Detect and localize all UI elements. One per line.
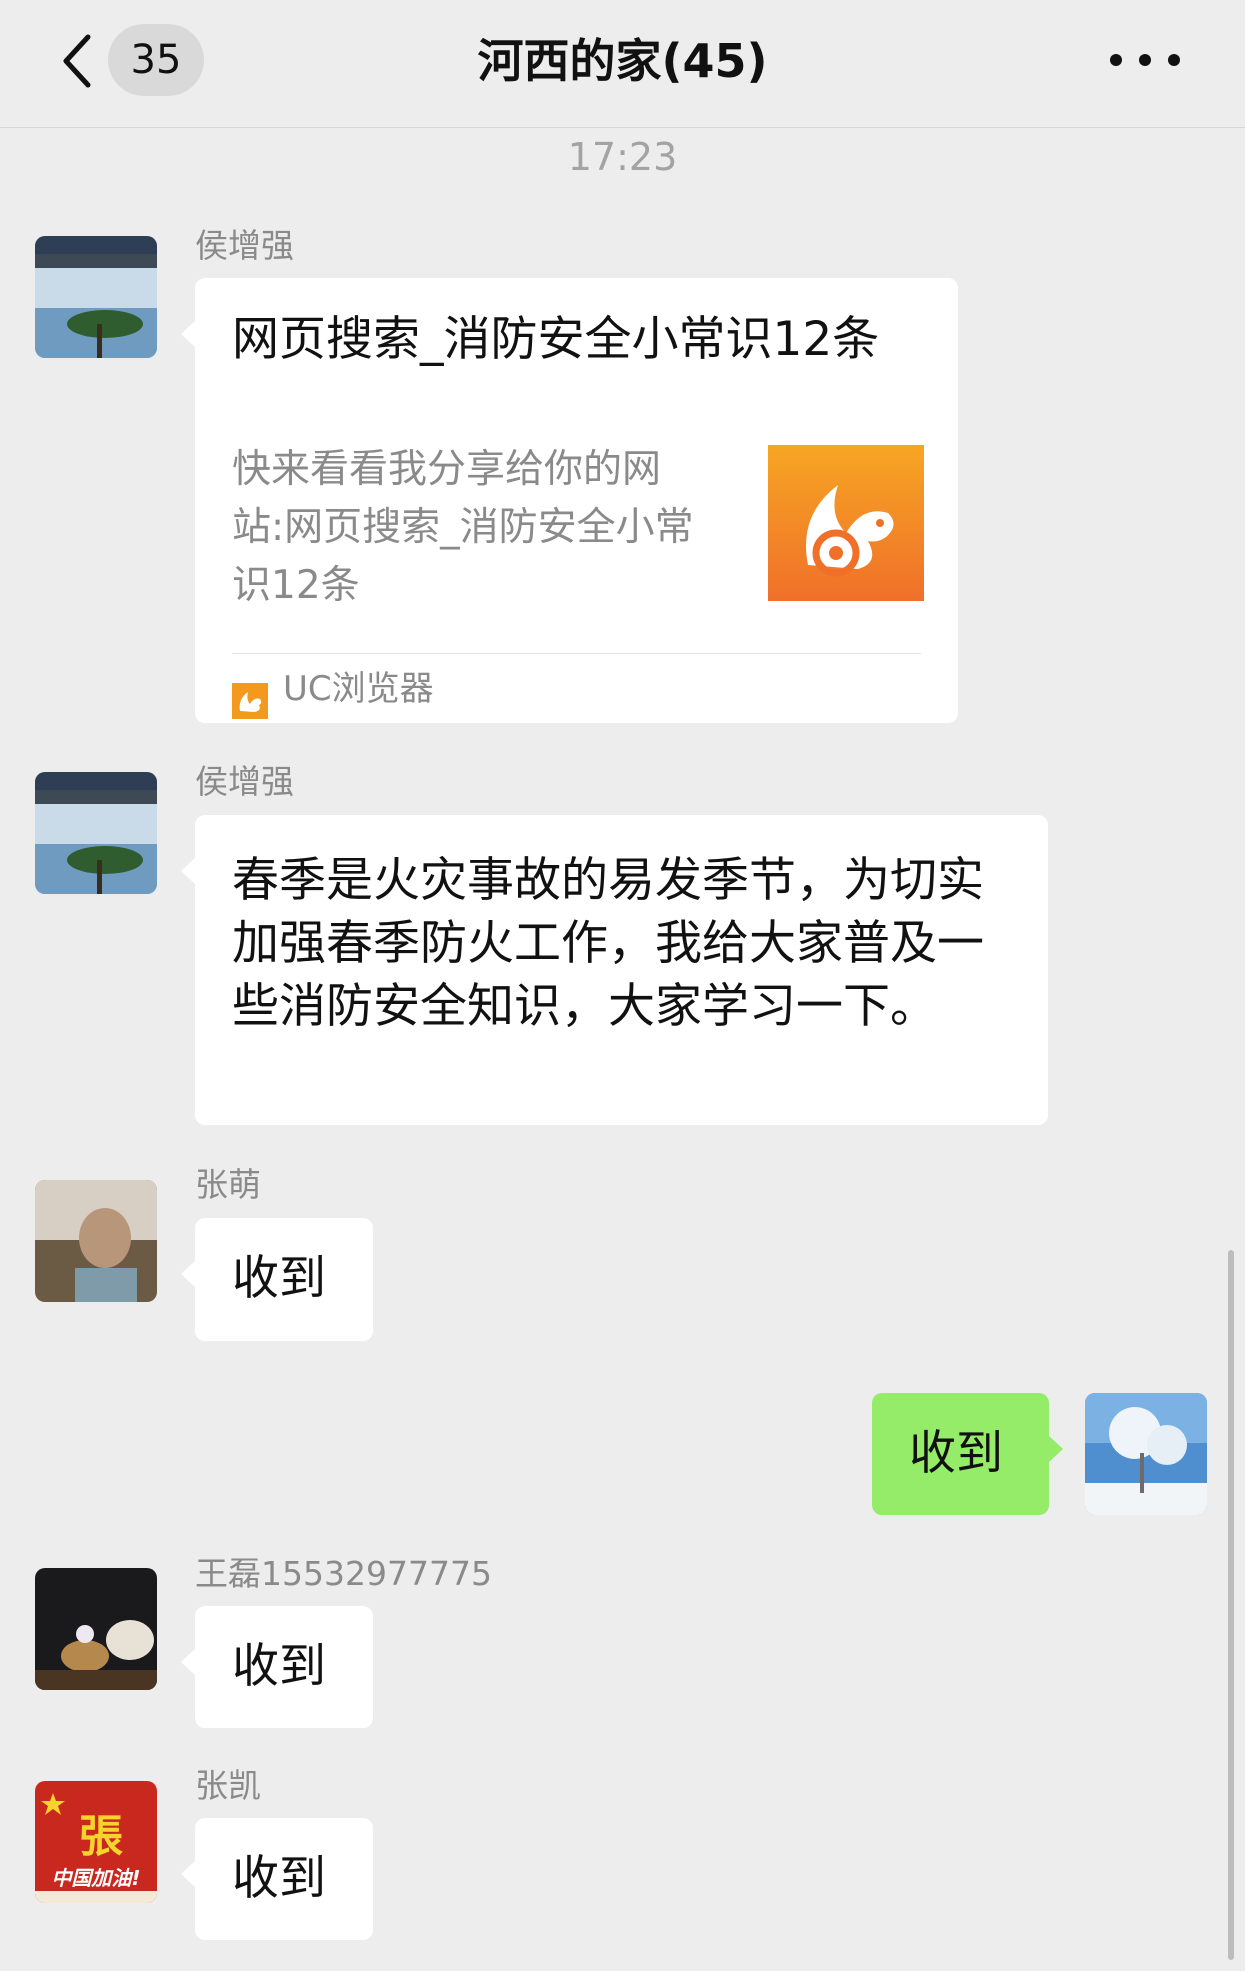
message-bubble[interactable]: 收到 bbox=[181, 1818, 373, 1940]
uc-browser-icon bbox=[768, 445, 924, 601]
message-text: 春季是火灾事故的易发季节，为切实加强春季防火工作，我给大家普及一些消防安全知识，… bbox=[232, 853, 984, 1034]
my-avatar[interactable] bbox=[1085, 1393, 1207, 1515]
message-bubble[interactable]: 收到 bbox=[181, 1606, 373, 1728]
avatar[interactable] bbox=[35, 1180, 157, 1302]
unread-count-badge[interactable]: 35 bbox=[108, 24, 204, 96]
avatar-glyph: 張 bbox=[79, 1811, 123, 1862]
sender-name: 张萌 bbox=[195, 1165, 261, 1204]
message-timestamp: 17:23 bbox=[567, 135, 678, 179]
link-card-source: UC浏览器 bbox=[283, 669, 434, 709]
uc-browser-small-icon bbox=[232, 672, 268, 719]
message-text: 收到 bbox=[232, 1251, 326, 1306]
sender-name: 侯增强 bbox=[195, 762, 294, 801]
more-options-button[interactable] bbox=[1110, 40, 1180, 80]
message-text: 收到 bbox=[232, 1851, 326, 1906]
link-card-description: 快来看看我分享给你的网站:网页搜索_消防安全小常识12条 bbox=[232, 447, 694, 608]
link-card-divider bbox=[232, 653, 921, 654]
avatar[interactable] bbox=[35, 772, 157, 894]
message-text: 收到 bbox=[232, 1639, 326, 1694]
sender-name: 张凯 bbox=[195, 1766, 261, 1805]
message-bubble[interactable]: 收到 bbox=[181, 1218, 373, 1341]
more-dots-icon bbox=[1110, 54, 1122, 66]
chevron-left-icon bbox=[63, 34, 91, 88]
avatar[interactable] bbox=[35, 1568, 157, 1690]
outgoing-message-bubble[interactable]: 收到 bbox=[872, 1393, 1063, 1515]
sender-name: 王磊15532977775 bbox=[195, 1554, 492, 1593]
message-text: 收到 bbox=[909, 1426, 1003, 1481]
link-card[interactable]: 网页搜索_消防安全小常识12条 快来看看我分享给你的网站:网页搜索_消防安全小常… bbox=[181, 278, 958, 723]
chat-title: 河西的家(45) bbox=[477, 34, 768, 88]
back-button[interactable] bbox=[52, 30, 102, 92]
link-card-title: 网页搜索_消防安全小常识12条 bbox=[232, 312, 880, 367]
message-bubble[interactable]: 春季是火灾事故的易发季节，为切实加强春季防火工作，我给大家普及一些消防安全知识，… bbox=[181, 815, 1048, 1125]
avatar-caption: 中国加油! bbox=[51, 1866, 140, 1890]
chat-header: 35 河西的家(45) bbox=[0, 0, 1245, 128]
sender-name: 侯增强 bbox=[195, 226, 294, 265]
scrollbar[interactable] bbox=[1228, 1250, 1234, 1960]
avatar[interactable]: 張 中国加油! bbox=[35, 1781, 157, 1903]
avatar[interactable] bbox=[35, 236, 157, 358]
